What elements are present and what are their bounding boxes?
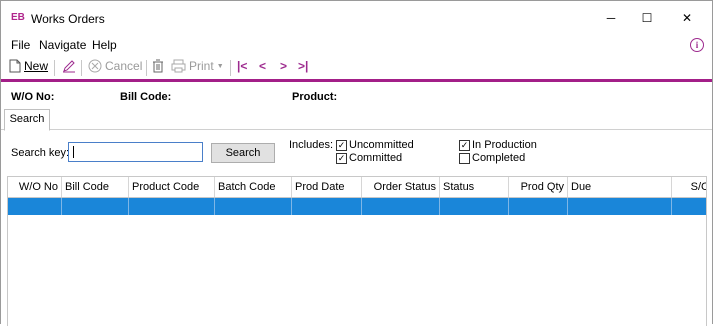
bill-code-label: Bill Code:	[120, 91, 172, 103]
printer-icon	[171, 59, 186, 73]
completed-label: Completed	[472, 152, 526, 164]
includes-label: Includes:	[289, 139, 334, 151]
grid-cell	[215, 198, 292, 215]
column-bill-code[interactable]: Bill Code	[62, 177, 129, 197]
grid-cell	[129, 198, 215, 215]
toolbar-separator	[81, 60, 82, 76]
minimize-icon: ─	[606, 11, 616, 25]
product-label: Product:	[292, 91, 338, 103]
info-icon[interactable]: i	[690, 38, 704, 52]
in-production-label: In Production	[472, 139, 537, 151]
edit-pencil-icon	[63, 60, 75, 73]
grid-cell	[62, 198, 129, 215]
new-document-icon	[9, 59, 21, 73]
grid-header: W/O No Bill Code Product Code Batch Code…	[8, 177, 706, 198]
grid-cell	[8, 198, 62, 215]
uncommitted-label: Uncommitted	[349, 139, 414, 151]
close-icon: ✕	[681, 11, 693, 25]
search-key-label: Search key:	[11, 147, 70, 159]
title-bar[interactable]: EB Works Orders ─ ☐ ✕	[1, 1, 712, 35]
selected-empty-row[interactable]	[8, 198, 706, 215]
cancel-icon	[88, 59, 102, 73]
menu-navigate[interactable]: Navigate	[39, 38, 86, 52]
edit-button[interactable]	[62, 59, 76, 73]
wo-no-label: W/O No:	[11, 91, 55, 103]
maximize-icon: ☐	[641, 11, 653, 25]
column-product-code[interactable]: Product Code	[129, 177, 215, 197]
cancel-label: Cancel	[105, 59, 143, 73]
record-header: W/O No: Bill Code: Product:	[1, 82, 712, 109]
prev-record-button[interactable]: <	[259, 59, 266, 73]
trash-icon	[153, 59, 163, 73]
text-caret	[73, 146, 74, 158]
grid-cell	[568, 198, 672, 215]
grid-cell	[509, 198, 568, 215]
delete-button[interactable]	[152, 59, 164, 73]
column-batch-code[interactable]: Batch Code	[215, 177, 292, 197]
toolbar-separator	[230, 60, 231, 76]
uncommitted-checkbox[interactable]: ✓	[336, 140, 347, 151]
in-production-checkbox[interactable]: ✓	[459, 140, 470, 151]
last-record-icon: >|	[298, 59, 309, 73]
menu-file[interactable]: File	[11, 38, 30, 52]
cancel-button[interactable]: Cancel	[88, 59, 142, 73]
close-button[interactable]: ✕	[669, 6, 705, 30]
app-logo-icon: EB	[11, 12, 25, 23]
column-prod-date[interactable]: Prod Date	[292, 177, 362, 197]
column-status[interactable]: Status	[440, 177, 509, 197]
toolbar-separator	[54, 60, 55, 76]
grid-cell	[292, 198, 362, 215]
menu-help[interactable]: Help	[92, 38, 117, 52]
next-record-icon: >	[280, 59, 288, 73]
last-record-button[interactable]: >|	[298, 59, 308, 73]
chevron-down-icon: ▼	[216, 62, 224, 70]
minimize-button[interactable]: ─	[593, 6, 629, 30]
next-record-button[interactable]: >	[280, 59, 287, 73]
print-label: Print	[189, 59, 214, 73]
works-orders-grid[interactable]: W/O No Bill Code Product Code Batch Code…	[7, 176, 707, 326]
grid-cell	[440, 198, 509, 215]
column-order-status[interactable]: Order Status	[362, 177, 440, 197]
toolbar-separator	[146, 60, 147, 76]
maximize-button[interactable]: ☐	[629, 6, 665, 30]
new-button[interactable]: New	[9, 59, 48, 73]
column-sc[interactable]: S/C	[672, 177, 706, 197]
column-prod-qty[interactable]: Prod Qty	[509, 177, 568, 197]
committed-checkbox[interactable]: ✓	[336, 153, 347, 164]
toolbar: New Cancel Print ▼ |< < > >|	[1, 56, 712, 78]
grid-cell	[362, 198, 440, 215]
completed-checkbox[interactable]	[459, 153, 470, 164]
new-label: New	[24, 59, 49, 73]
committed-label: Committed	[349, 152, 403, 164]
window-title: Works Orders	[31, 12, 105, 26]
column-wo-no[interactable]: W/O No	[8, 177, 62, 197]
first-record-button[interactable]: |<	[237, 59, 247, 73]
menu-bar: File Navigate Help	[1, 35, 712, 55]
tab-search[interactable]: Search	[4, 109, 50, 131]
prev-record-icon: <	[259, 59, 267, 73]
works-orders-window: EB Works Orders ─ ☐ ✕ File Navigate Help…	[0, 0, 713, 326]
search-input[interactable]	[68, 142, 203, 162]
search-button[interactable]: Search	[211, 143, 275, 163]
print-button[interactable]: Print ▼	[171, 59, 224, 73]
column-due[interactable]: Due	[568, 177, 672, 197]
tab-strip: Search	[1, 109, 712, 131]
first-record-icon: |<	[237, 59, 248, 73]
